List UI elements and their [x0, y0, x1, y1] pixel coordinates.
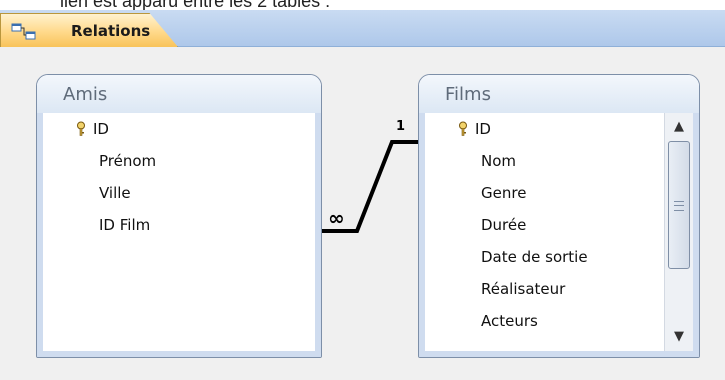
field-name: Nom [481, 152, 517, 170]
field-item[interactable]: Ville [43, 177, 315, 209]
field-name: Durée [481, 216, 527, 234]
table-amis[interactable]: Amis ID Prénom Ville ID Film [36, 74, 322, 358]
scrollbar-thumb[interactable] [668, 141, 690, 269]
document-tab-bar: Relations [0, 10, 725, 47]
relationship-one-symbol: 1 [396, 119, 406, 134]
field-item[interactable]: Réalisateur [425, 273, 665, 305]
tab-relations[interactable]: Relations [0, 13, 178, 47]
field-item[interactable]: ID [43, 113, 315, 145]
grip-icon [674, 201, 684, 211]
field-name: Réalisateur [481, 280, 566, 298]
field-item[interactable]: ID Film [43, 209, 315, 241]
field-item[interactable]: Date de sortie [425, 241, 665, 273]
table-films[interactable]: Films ID Nom Genre Durée Date de sortie … [418, 74, 700, 358]
field-name: ID [475, 120, 491, 138]
relationship-many-symbol: ∞ [328, 206, 345, 230]
table-films-field-list[interactable]: ID Nom Genre Durée Date de sortie Réalis… [419, 113, 699, 351]
field-name: Date de sortie [481, 248, 588, 266]
field-item[interactable]: Durée [425, 209, 665, 241]
field-item[interactable]: Nom [425, 145, 665, 177]
table-films-scrollbar[interactable]: ▲ ▼ [664, 113, 693, 351]
table-amis-title[interactable]: Amis [37, 75, 321, 113]
field-item[interactable]: ID [425, 113, 665, 145]
field-name: ID [93, 120, 109, 138]
table-films-bottom-border [419, 351, 699, 357]
tab-relations-label: Relations [71, 22, 151, 40]
field-name: ID Film [99, 216, 151, 234]
field-name: Genre [481, 184, 527, 202]
scroll-down-arrow-icon[interactable]: ▼ [665, 323, 693, 351]
table-amis-field-list[interactable]: ID Prénom Ville ID Film [37, 113, 321, 351]
field-name: Ville [99, 184, 131, 202]
field-name: Acteurs [481, 312, 538, 330]
primary-key-icon [459, 121, 467, 136]
scroll-up-arrow-icon[interactable]: ▲ [665, 113, 693, 141]
primary-key-icon [77, 121, 85, 136]
field-item[interactable]: Acteurs [425, 305, 665, 337]
table-amis-bottom-border [37, 351, 321, 357]
field-item[interactable]: Prénom [43, 145, 315, 177]
field-item[interactable]: Genre [425, 177, 665, 209]
table-films-title[interactable]: Films [419, 75, 699, 113]
relationships-icon [11, 23, 36, 40]
field-name: Prénom [99, 152, 157, 170]
